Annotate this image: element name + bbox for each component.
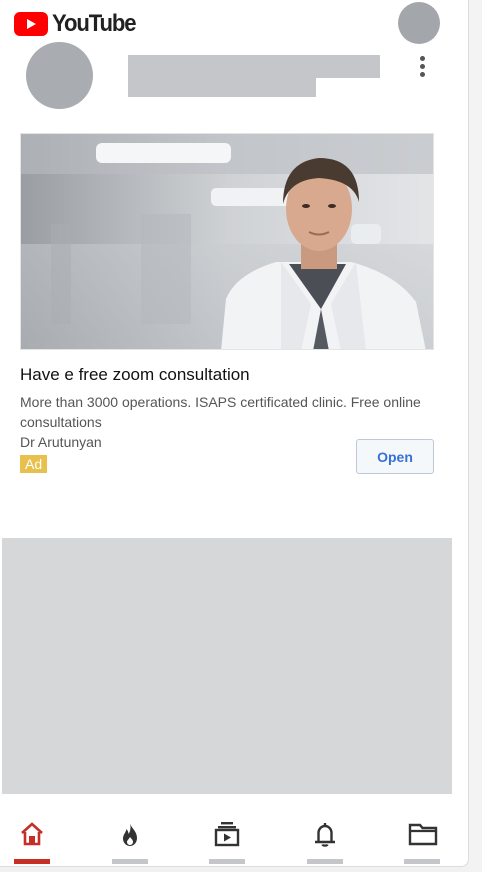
title-skeleton: [128, 55, 380, 78]
nav-subscriptions[interactable]: [207, 812, 247, 866]
ad-description: More than 3000 operations. ISAPS certifi…: [20, 394, 421, 430]
nav-trending[interactable]: [110, 812, 150, 866]
scrollbar[interactable]: [469, 0, 482, 872]
bottom-navigation: [0, 812, 468, 866]
ad-image[interactable]: [20, 133, 434, 350]
youtube-logo[interactable]: YouTube: [14, 10, 143, 38]
nav-label-trending: [112, 859, 148, 864]
nav-label-library: [404, 859, 440, 864]
mobile-screen: YouTube Have e free zoom consultation Mo…: [0, 0, 469, 867]
doctor-photo: [21, 134, 433, 349]
nav-label-subscriptions: [209, 859, 245, 864]
open-button[interactable]: Open: [356, 439, 434, 474]
notifications-bell-icon: [315, 823, 335, 847]
nav-label-home: [14, 859, 50, 864]
home-icon: [21, 822, 43, 846]
channel-avatar-placeholder: [26, 42, 93, 109]
ad-badge: Ad: [20, 455, 48, 473]
youtube-play-icon: [14, 12, 48, 36]
nav-library[interactable]: [402, 812, 442, 866]
ad-advertiser: Dr Arutunyan: [20, 434, 102, 450]
video-thumbnail-placeholder: [2, 538, 452, 794]
nav-home[interactable]: [12, 812, 52, 866]
subscriptions-icon: [214, 822, 240, 847]
ad-title[interactable]: Have e free zoom consultation: [20, 365, 250, 385]
more-vertical-icon[interactable]: [410, 54, 434, 78]
trending-flame-icon: [123, 823, 137, 846]
nav-label-notifications: [307, 859, 343, 864]
library-folder-icon: [408, 823, 438, 846]
subtitle-skeleton: [128, 78, 316, 97]
logo-text: YouTube: [52, 10, 137, 37]
account-avatar[interactable]: [398, 2, 440, 44]
nav-notifications[interactable]: [305, 812, 345, 866]
